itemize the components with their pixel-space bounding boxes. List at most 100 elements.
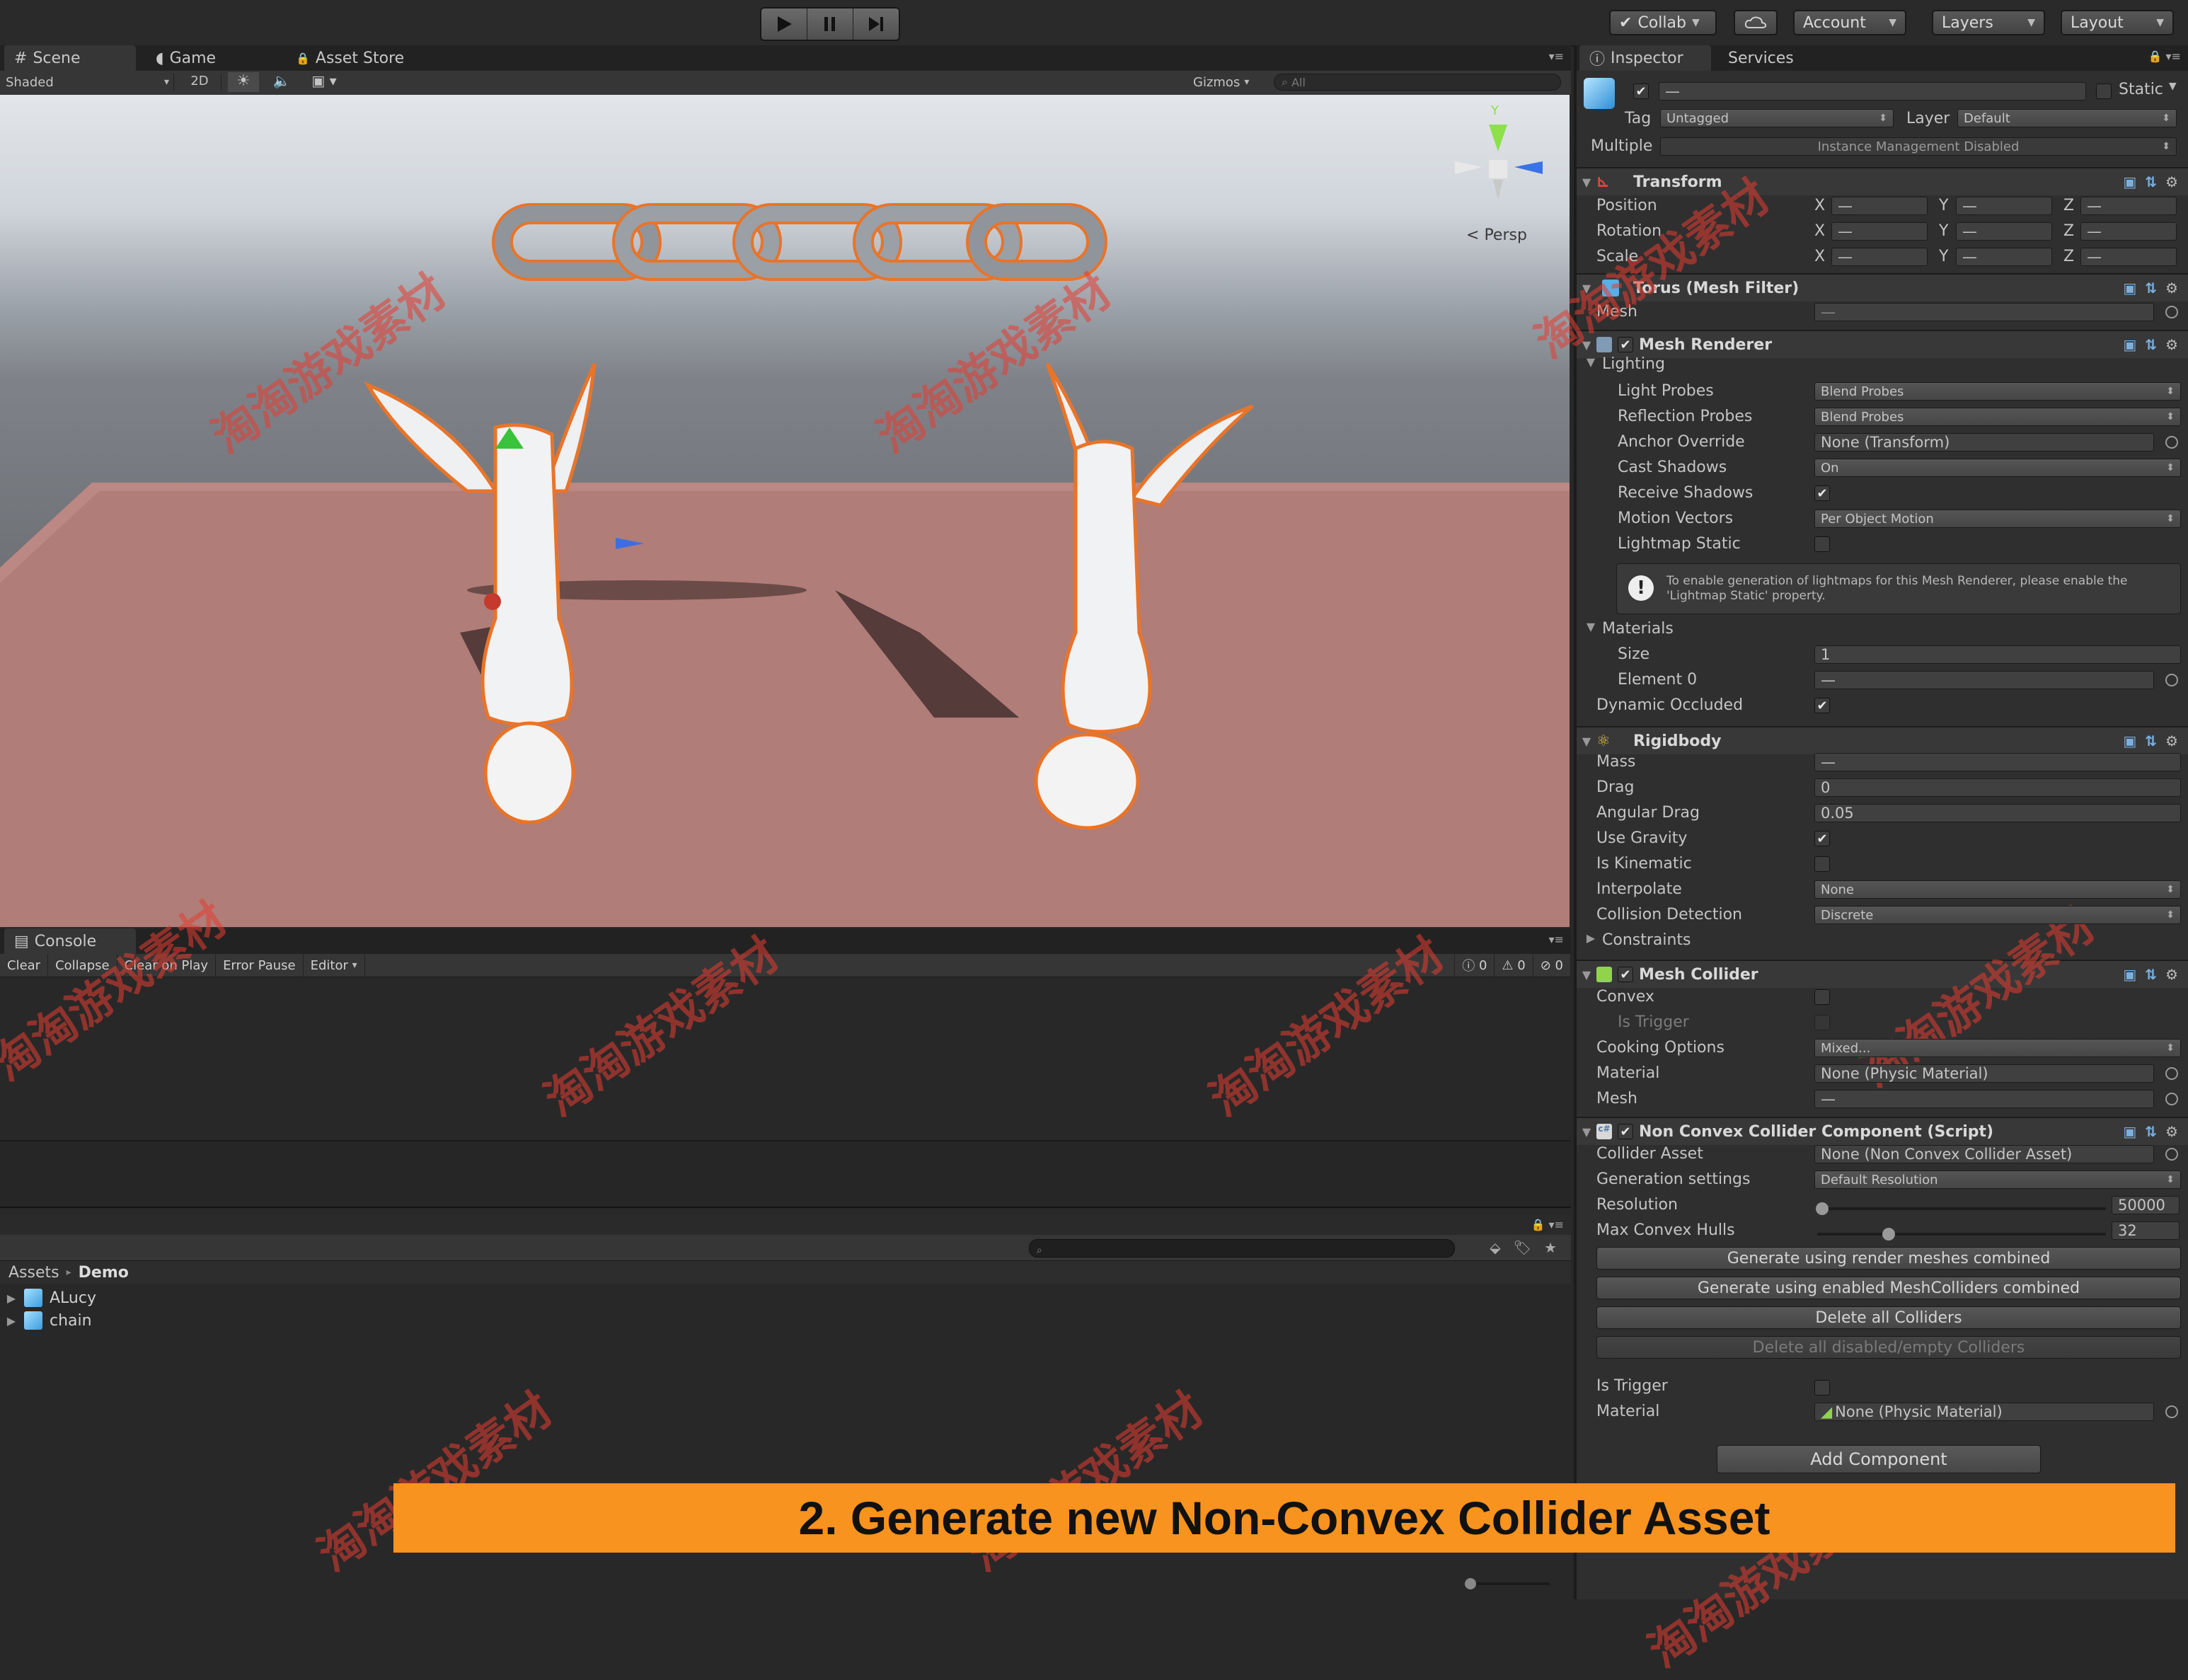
icon-size-slider[interactable] [1465,1582,1550,1585]
tab-game[interactable]: ◖ Game [146,45,266,71]
static-checkbox[interactable] [2096,84,2112,99]
gear-icon[interactable]: ⚙ [2165,732,2178,749]
reflection-probes-dropdown[interactable]: Blend Probes [1814,408,2181,426]
list-item[interactable]: ▶ ALucy [6,1287,96,1309]
preset-icon[interactable]: ⇅ [2145,732,2157,749]
console-detail-pane[interactable] [0,1141,1571,1208]
project-search-input[interactable]: ⌕ [1029,1239,1455,1258]
cooking-options-dropdown[interactable]: Mixed... [1814,1039,2181,1057]
transform-scale-x-field[interactable]: — [1831,248,1928,266]
2d-toggle[interactable]: 2D [178,74,221,91]
pane-menu-icon[interactable]: ▾≡ [1549,933,1564,946]
is-trigger-checkbox[interactable] [1814,1015,1830,1030]
object-picker-icon[interactable] [2165,1093,2178,1105]
collider-material-field[interactable]: None (Physic Material) [1814,1064,2154,1083]
cast-shadows-dropdown[interactable]: On [1814,459,2181,477]
delete-disabled-colliders-button[interactable]: Delete all disabled/empty Colliders [1596,1336,2181,1359]
max-hulls-slider[interactable] [1817,1233,2106,1236]
tab-scene[interactable]: # Scene [4,45,136,71]
collider-asset-field[interactable]: None (Non Convex Collider Asset) [1814,1145,2154,1163]
rigidbody-header[interactable]: ▼ ⚛ Rigidbody ▣ ⇅ ⚙ [1577,726,2188,754]
static-dropdown[interactable]: Static ▼ [2119,81,2177,98]
error-toggle[interactable]: ⊘ 0 [1533,954,1571,977]
filter-by-type-icon[interactable]: ⬙ [1490,1239,1500,1256]
object-picker-icon[interactable] [2165,1148,2178,1161]
generate-mesh-colliders-button[interactable]: Generate using enabled MeshColliders com… [1596,1277,2181,1299]
object-picker-icon[interactable] [2165,436,2178,449]
transform-scale-z-field[interactable]: — [2080,248,2177,266]
mass-field[interactable]: — [1814,753,2181,771]
filter-by-label-icon[interactable]: 🏷 [1514,1239,1531,1256]
step-button[interactable] [853,8,899,40]
transform-rotation-y-field[interactable]: — [1956,222,2052,241]
material-element0-field[interactable]: — [1814,671,2154,689]
book-icon[interactable]: ▣ [2123,966,2136,983]
layers-dropdown[interactable]: Layers ▼ [1932,10,2045,35]
log-toggle[interactable]: ⓘ 0 [1454,954,1495,977]
receive-shadows-checkbox[interactable]: ✔ [1814,485,1830,501]
transform-header[interactable]: ▼ ⊾ Transform ▣ ⇅ ⚙ [1577,167,2188,195]
materials-size-field[interactable]: 1 [1814,645,2181,664]
mesh-collider-header[interactable]: ▼ ✔ Mesh Collider ▣ ⇅ ⚙ [1577,960,2188,988]
mesh-collider-enabled-checkbox[interactable]: ✔ [1618,967,1633,982]
transform-position-x-field[interactable]: — [1831,197,1928,215]
use-gravity-checkbox[interactable]: ✔ [1814,831,1830,846]
preset-icon[interactable]: ⇅ [2145,336,2157,353]
light-probes-dropdown[interactable]: Blend Probes [1814,382,2181,401]
collapse-toggle[interactable]: Collapse [48,954,117,977]
book-icon[interactable]: ▣ [2123,732,2136,749]
constraints-foldout[interactable]: ▶ Constraints [1585,931,1691,949]
gear-icon[interactable]: ⚙ [2165,173,2178,190]
object-picker-icon[interactable] [2165,306,2178,318]
mesh-field[interactable]: — [1814,303,2154,321]
generate-render-meshes-button[interactable]: Generate using render meshes combined [1596,1247,2181,1270]
object-picker-icon[interactable] [2165,1405,2178,1418]
gear-icon[interactable]: ⚙ [2165,336,2178,353]
foldout-icon[interactable]: ▼ [1577,338,1596,352]
tab-console[interactable]: ▤ Console [4,928,136,954]
generation-settings-dropdown[interactable]: Default Resolution [1814,1170,2181,1189]
nc-is-trigger-checkbox[interactable] [1814,1380,1830,1396]
tab-inspector[interactable]: ⓘ Inspector [1579,45,1711,71]
favorite-star-icon[interactable]: ★ [1544,1239,1557,1256]
nc-material-field[interactable]: ◢ None (Physic Material) [1814,1403,2154,1421]
cloud-button[interactable] [1734,10,1778,35]
scene-orientation-gizmo[interactable] [1455,125,1543,200]
error-pause-toggle[interactable]: Error Pause [216,954,304,977]
list-item[interactable]: ▶ chain [6,1309,92,1332]
max-hulls-field[interactable]: 32 [2112,1221,2180,1240]
account-dropdown[interactable]: Account ▼ [1793,10,1906,35]
max-hulls-slider-knob[interactable] [1882,1228,1895,1241]
is-kinematic-checkbox[interactable] [1814,856,1830,872]
collider-mesh-field[interactable]: — [1814,1090,2154,1108]
dynamic-occluded-checkbox[interactable]: ✔ [1814,698,1830,713]
pane-menu-icon[interactable]: ▾≡ [1549,50,1564,63]
collision-detection-dropdown[interactable]: Discrete [1814,906,2181,924]
angular-drag-field[interactable]: 0.05 [1814,804,2181,822]
console-log-list[interactable]: 淘淘游戏素材 淘淘游戏素材 淘淘游戏素材 [0,892,1571,1141]
layout-dropdown[interactable]: Layout ▼ [2061,10,2174,35]
shading-mode-dropdown[interactable]: Shaded ▾ [6,74,174,91]
effects-dropdown[interactable]: ▣ ▾ [303,72,345,92]
tab-services[interactable]: Services [1718,45,1824,71]
editor-dropdown[interactable]: Editor ▾ [304,954,365,977]
expand-arrow-icon[interactable]: ▶ [6,1291,17,1305]
delete-all-colliders-button[interactable]: Delete all Colliders [1596,1306,2181,1329]
book-icon[interactable]: ▣ [2123,336,2136,353]
preset-icon[interactable]: ⇅ [2145,966,2157,983]
object-name-field[interactable]: — [1659,82,2086,100]
expand-arrow-icon[interactable]: ▶ [6,1314,17,1328]
resolution-slider-knob[interactable] [1816,1202,1829,1215]
object-picker-icon[interactable] [2165,674,2178,686]
play-button[interactable] [761,8,807,40]
motion-vectors-dropdown[interactable]: Per Object Motion [1814,510,2181,528]
pane-menu-icon[interactable]: 🔒 ▾≡ [1531,1218,1564,1231]
mesh-filter-header[interactable]: ▼ Torus (Mesh Filter) ▣ ⇅ ⚙ [1577,273,2188,301]
materials-foldout[interactable]: ▼ Materials [1585,620,1674,638]
transform-position-z-field[interactable]: — [2080,197,2177,215]
mesh-renderer-enabled-checkbox[interactable]: ✔ [1618,337,1633,352]
clear-on-play-toggle[interactable]: Clear on Play [117,954,217,977]
breadcrumb-assets[interactable]: Assets [8,1264,59,1282]
preset-icon[interactable]: ⇅ [2145,1123,2157,1140]
object-picker-icon[interactable] [2165,1067,2178,1080]
